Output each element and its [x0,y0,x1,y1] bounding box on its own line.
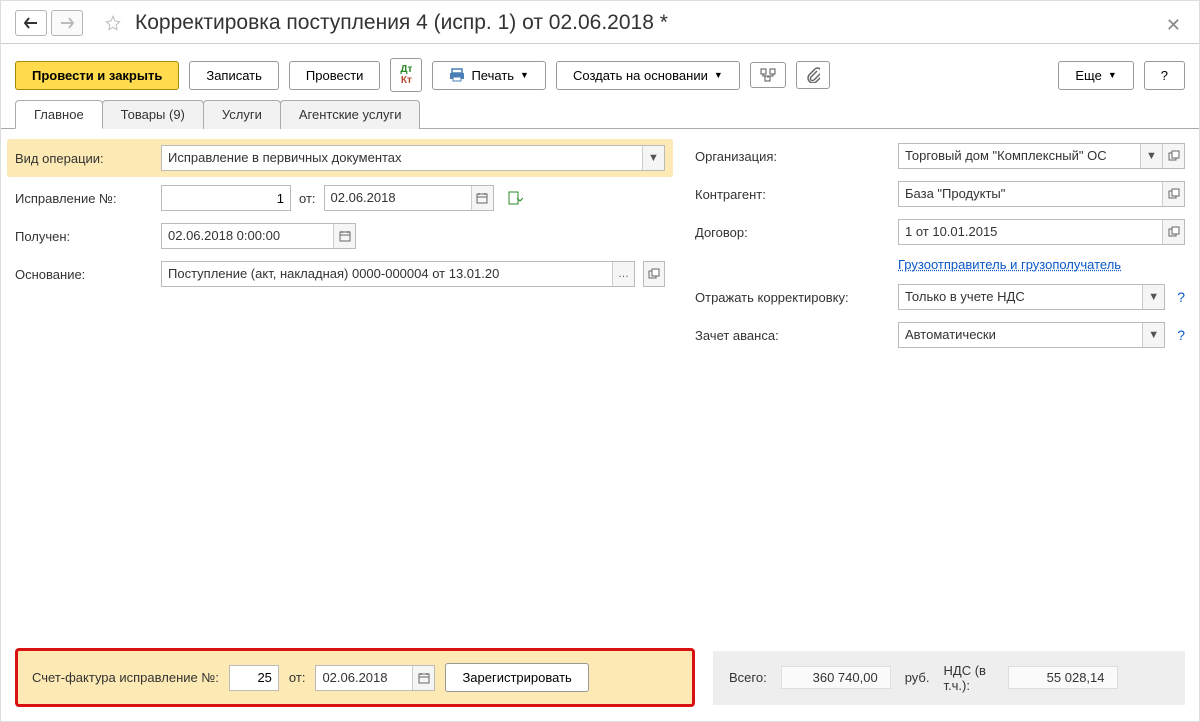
help-icon[interactable]: ? [1177,327,1185,343]
vat-label: НДС (в т.ч.): [944,663,994,693]
tab-services[interactable]: Услуги [203,100,281,129]
help-icon[interactable]: ? [1177,289,1185,305]
open-icon [648,268,660,280]
open-icon[interactable] [1162,182,1184,206]
tab-main[interactable]: Главное [15,100,103,129]
org-input[interactable]: Торговый дом "Комплексный" ОС ▼ [898,143,1185,169]
page-title: Корректировка поступления 4 (испр. 1) от… [135,11,1185,35]
shipper-link[interactable]: Грузоотправитель и грузополучатель [898,257,1121,272]
basis-label: Основание: [15,267,153,282]
total-value: 360 740,00 [781,666,891,689]
chevron-down-icon[interactable]: ▼ [1142,323,1164,347]
attach-button[interactable] [796,61,830,89]
calendar-icon[interactable] [471,186,493,210]
contract-label: Договор: [695,225,890,240]
corr-no-input[interactable] [161,185,291,211]
vat-value: 55 028,14 [1008,666,1118,689]
chevron-down-icon: ▼ [714,70,723,80]
structure-button[interactable] [750,62,786,88]
total-label: Всего: [729,670,767,685]
tab-goods[interactable]: Товары (9) [102,100,204,129]
chevron-down-icon[interactable]: ▼ [1142,285,1164,309]
received-input[interactable]: 02.06.2018 0:00:00 [161,223,356,249]
corr-no-label: Исправление №: [15,191,153,206]
calendar-icon[interactable] [412,666,434,690]
arrow-left-icon [24,17,38,29]
more-label: Еще [1075,68,1101,83]
received-label: Получен: [15,229,153,244]
open-icon[interactable] [1162,220,1184,244]
nav-back-button[interactable] [15,10,47,36]
dt-kt-icon: ДтКт [400,64,412,86]
reflect-value: Только в учете НДС [899,285,1142,309]
contract-value: 1 от 10.01.2015 [899,220,1162,244]
org-value: Торговый дом "Комплексный" ОС [899,144,1140,168]
advance-value: Автоматически [899,323,1142,347]
op-type-select[interactable]: Исправление в первичных документах ▼ [161,145,665,171]
counterparty-label: Контрагент: [695,187,890,202]
print-button-label: Печать [471,68,514,83]
open-icon[interactable] [1162,144,1184,168]
more-button[interactable]: Еще ▼ [1058,61,1133,90]
dt-kt-button[interactable]: ДтКт [390,58,422,92]
op-type-value: Исправление в первичных документах [162,146,642,170]
chevron-down-icon[interactable]: ▼ [1140,144,1162,168]
basis-value: Поступление (акт, накладная) 0000-000004… [162,262,612,286]
sf-from-label: от: [289,670,306,685]
chevron-down-icon: ▼ [520,70,529,80]
invoice-correction-box: Счет-фактура исправление №: от: 02.06.20… [15,648,695,707]
corr-date-value: 02.06.2018 [325,186,471,210]
arrow-right-icon [60,17,74,29]
org-label: Организация: [695,149,890,164]
reflect-select[interactable]: Только в учете НДС ▼ [898,284,1165,310]
tab-agent-services[interactable]: Агентские услуги [280,100,421,129]
corr-from-label: от: [299,191,316,206]
sf-number-input[interactable] [229,665,279,691]
post-button[interactable]: Провести [289,61,381,90]
process-button[interactable] [502,188,528,208]
paperclip-icon [806,67,820,83]
ellipsis-icon[interactable]: … [612,262,634,286]
star-icon [105,12,121,34]
chevron-down-icon[interactable]: ▼ [642,146,664,170]
counterparty-input[interactable]: База "Продукты" [898,181,1185,207]
help-button[interactable]: ? [1144,61,1185,90]
favorite-star-button[interactable] [99,9,127,37]
op-type-label: Вид операции: [15,151,153,166]
sf-date-input[interactable]: 02.06.2018 [315,665,435,691]
reflect-label: Отражать корректировку: [695,290,890,305]
close-button[interactable]: ✕ [1162,11,1185,40]
totals-panel: Всего: 360 740,00 руб. НДС (в т.ч.): 55 … [713,651,1185,705]
write-button[interactable]: Записать [189,61,279,90]
currency-label: руб. [905,670,930,685]
advance-label: Зачет аванса: [695,328,890,343]
register-button[interactable]: Зарегистрировать [445,663,588,692]
chevron-down-icon: ▼ [1108,70,1117,80]
printer-icon [449,68,465,82]
tabs-bar: Главное Товары (9) Услуги Агентские услу… [1,100,1199,129]
create-based-label: Создать на основании [573,68,708,83]
calendar-icon[interactable] [333,224,355,248]
document-add-icon [507,191,523,205]
nav-forward-button[interactable] [51,10,83,36]
counterparty-value: База "Продукты" [899,182,1162,206]
close-icon: ✕ [1166,15,1181,35]
basis-input[interactable]: Поступление (акт, накладная) 0000-000004… [161,261,635,287]
received-value: 02.06.2018 0:00:00 [162,224,333,248]
contract-input[interactable]: 1 от 10.01.2015 [898,219,1185,245]
post-and-close-button[interactable]: Провести и закрыть [15,61,179,90]
tree-icon [760,68,776,82]
create-based-button[interactable]: Создать на основании ▼ [556,61,740,90]
sf-label: Счет-фактура исправление №: [32,670,219,685]
print-button[interactable]: Печать ▼ [432,61,546,90]
corr-date-input[interactable]: 02.06.2018 [324,185,494,211]
sf-date-value: 02.06.2018 [316,666,412,690]
advance-select[interactable]: Автоматически ▼ [898,322,1165,348]
open-basis-button[interactable] [643,261,665,287]
